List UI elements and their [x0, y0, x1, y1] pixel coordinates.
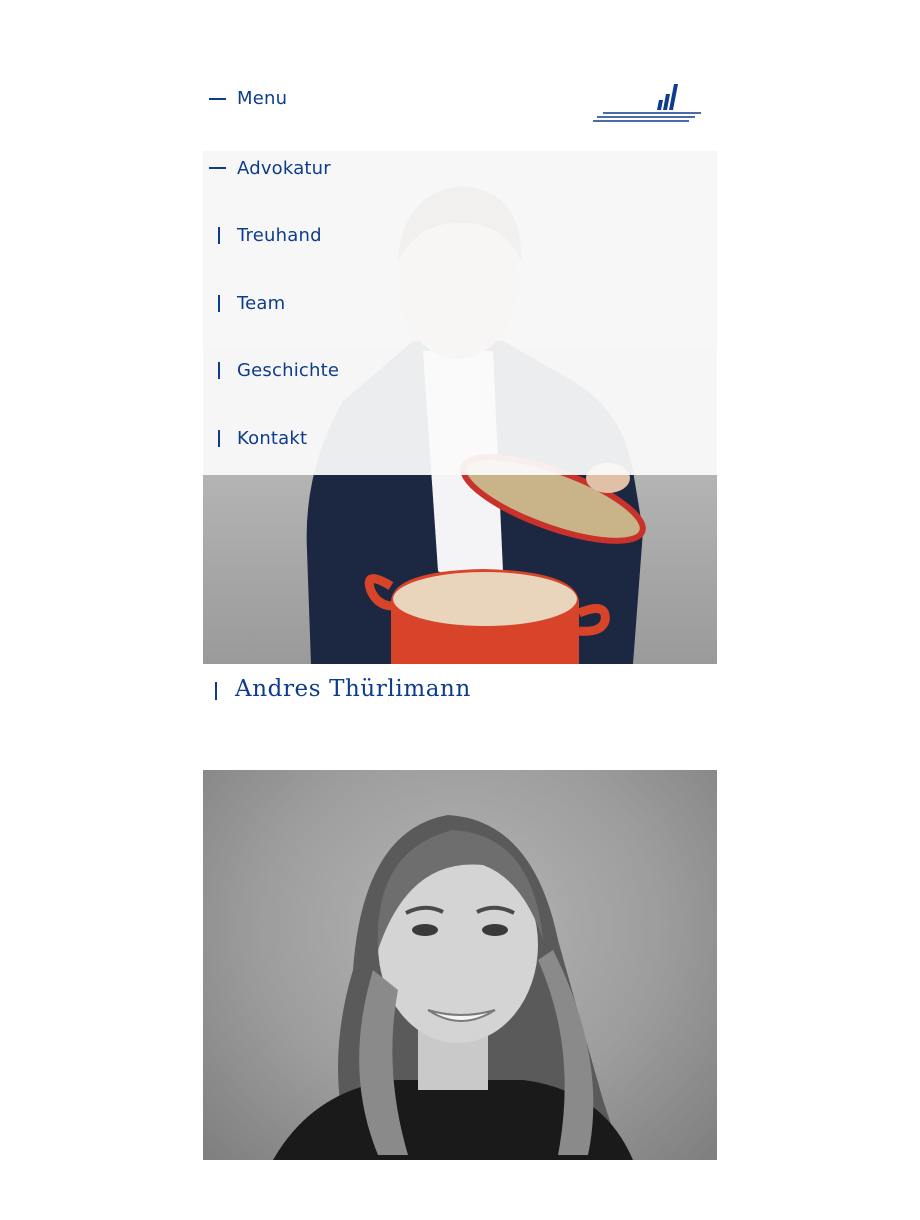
nav-item-label: Kontakt: [237, 427, 308, 449]
woman-portrait-image: [273, 815, 633, 1160]
nav-item-label: Advokatur: [237, 157, 331, 179]
name-bar-icon: [215, 681, 217, 700]
nav-item-advokatur[interactable]: Advokatur: [209, 151, 331, 185]
nav-bar-icon: [209, 226, 237, 244]
menu-dash-icon: [209, 97, 226, 100]
nav-menu-panel: Advokatur Treuhand Team Geschichte Konta…: [203, 151, 717, 475]
nav-bar-icon: [209, 361, 237, 379]
nav-item-label: Geschichte: [237, 359, 340, 381]
team-member-name-link[interactable]: Andres Thürlimann: [215, 676, 471, 702]
nav-item-treuhand[interactable]: Treuhand: [209, 218, 322, 252]
nav-item-team[interactable]: Team: [209, 286, 285, 320]
menu-label: Menu: [237, 88, 288, 109]
nav-dash-icon: [209, 167, 237, 169]
nav-bar-icon: [209, 294, 237, 312]
nav-bar-icon: [209, 429, 237, 447]
team-member-photo-2[interactable]: [203, 770, 717, 1160]
nav-item-geschichte[interactable]: Geschichte: [209, 353, 339, 387]
company-logo-icon[interactable]: [591, 82, 703, 126]
nav-item-kontakt[interactable]: Kontakt: [209, 421, 307, 455]
page: Menu Advokatur Treuhand Team Geschichte …: [0, 0, 920, 1220]
menu-toggle-button[interactable]: Menu: [209, 88, 287, 109]
nav-item-label: Team: [237, 292, 286, 314]
team-member-name: Andres Thürlimann: [235, 676, 471, 702]
nav-item-label: Treuhand: [237, 224, 322, 246]
